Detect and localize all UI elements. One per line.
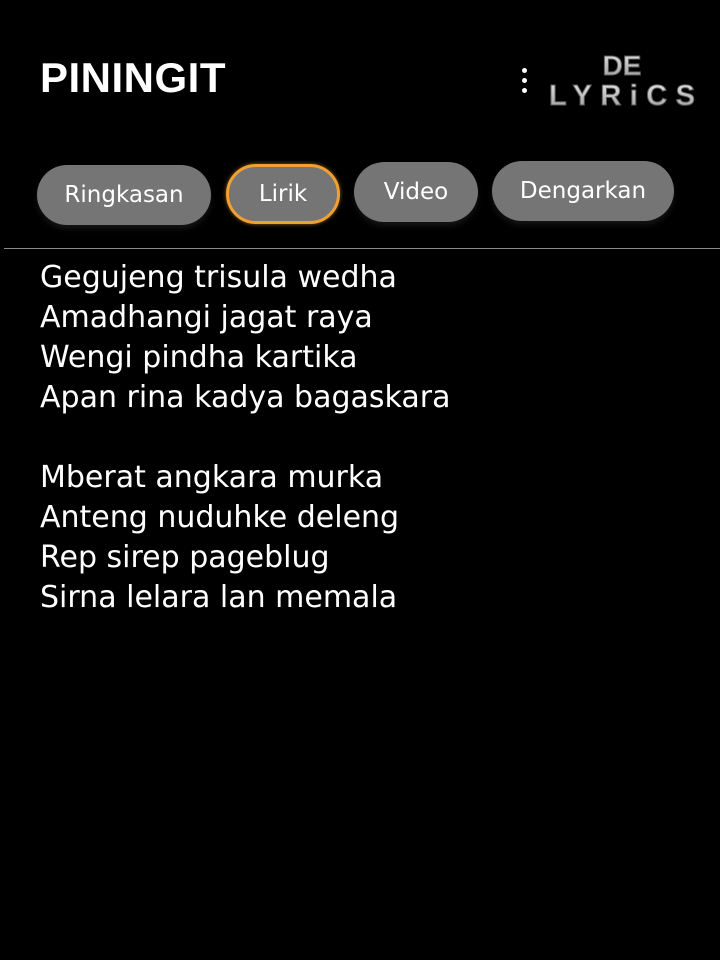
lyric-line: Apan rina kadya bagaskara [40, 380, 451, 415]
lyrics-body: Gegujeng trisula wedha Amadhangi jagat r… [40, 258, 680, 658]
tab-ringkasan[interactable]: Ringkasan [37, 165, 211, 225]
lyric-line: Gegujeng trisula wedha [40, 260, 397, 295]
tab-label: Dengarkan [519, 178, 647, 204]
lyric-line: Anteng nuduhke deleng [40, 500, 400, 535]
tab-lirik[interactable]: Lirik [226, 164, 340, 224]
lyrics-stanza: Gegujeng trisula wedha Amadhangi jagat r… [40, 258, 680, 418]
tab-label: Video [383, 179, 449, 205]
tab-bar: Ringkasan Lirik Video Dengarkan [0, 0, 720, 240]
lyric-line: Wengi pindha kartika [40, 340, 358, 375]
lyrics-stanza: Mberat angkara murka Anteng nuduhke dele… [40, 458, 680, 618]
header-divider [4, 248, 720, 249]
tab-video[interactable]: Video [354, 162, 478, 222]
tab-label: Lirik [258, 181, 308, 207]
tab-label: Ringkasan [64, 182, 184, 208]
tab-dengarkan[interactable]: Dengarkan [492, 161, 674, 221]
lyric-line: Amadhangi jagat raya [40, 300, 373, 335]
lyric-line: Mberat angkara murka [40, 460, 384, 495]
lyric-line: Sirna lelara lan memala [40, 580, 398, 615]
lyric-line: Rep sirep pageblug [40, 540, 330, 575]
